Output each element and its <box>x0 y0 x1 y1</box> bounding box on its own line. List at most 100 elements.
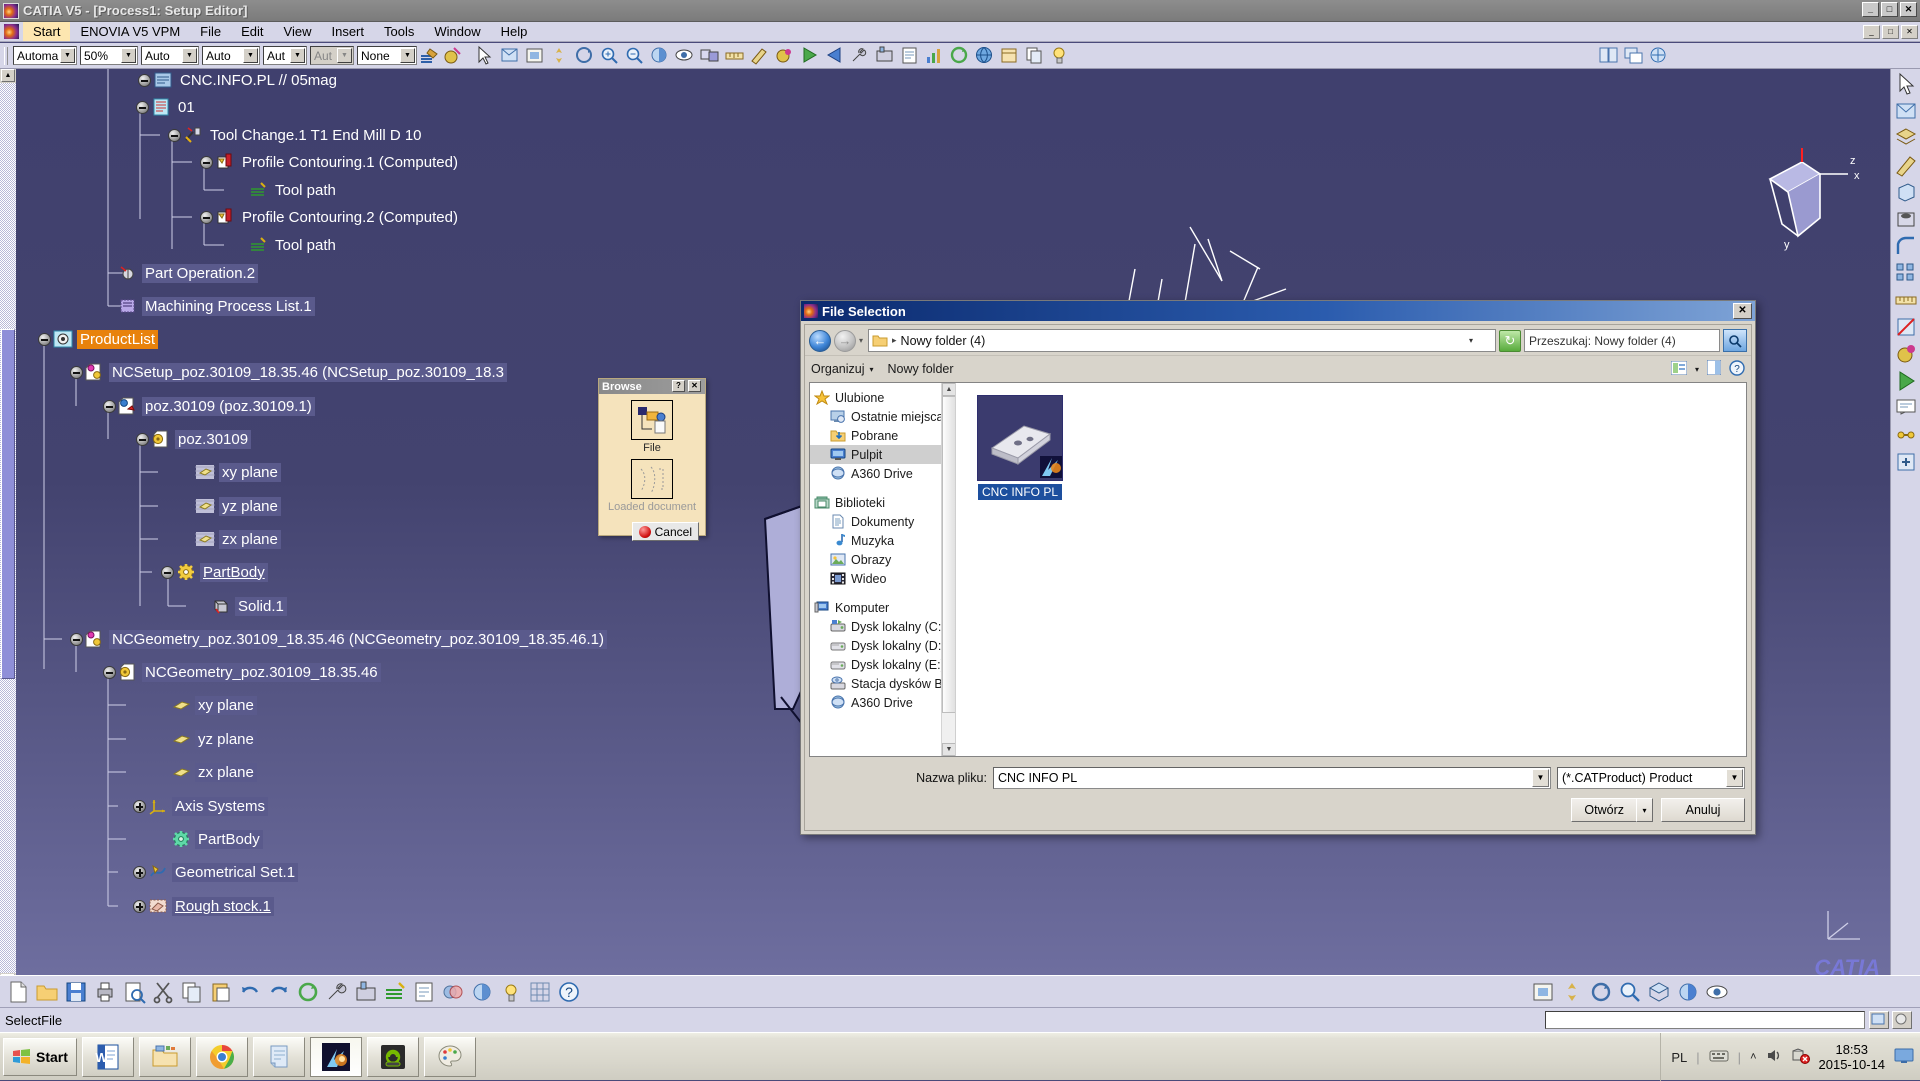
sidebar-scroll-thumb[interactable] <box>942 396 955 714</box>
address-dropdown-icon[interactable]: ▾ <box>1469 336 1473 345</box>
sidebar-item-dysk-lokalny-e-[interactable]: Dysk lokalny (E:) <box>810 655 955 674</box>
tree-expand-icon[interactable] <box>1894 450 1918 474</box>
toolbar-combo-4[interactable]: Aut ▼ <box>263 46 307 65</box>
redo-icon[interactable] <box>267 980 291 1004</box>
render-style-icon[interactable] <box>649 45 670 66</box>
select-arrow-icon[interactable] <box>474 45 495 66</box>
open-button[interactable]: Otwórz <box>1571 798 1636 822</box>
apply-material-tool-icon[interactable] <box>1894 342 1918 366</box>
browse-dialog[interactable]: Browse ? ✕ File Loaded document Cancel <box>598 378 706 541</box>
pointer-select-icon[interactable] <box>1894 72 1918 96</box>
preview-pane-icon[interactable] <box>1706 359 1722 378</box>
tree-node[interactable]: zx plane <box>180 528 281 550</box>
update-icon[interactable] <box>949 45 970 66</box>
rotate-tool-icon[interactable] <box>1589 980 1613 1004</box>
tree-node[interactable]: NCGeometry_poz.30109_18.35.46 <box>103 661 381 683</box>
expand-icon[interactable] <box>133 799 146 813</box>
print-icon[interactable] <box>93 980 117 1004</box>
collapse-icon[interactable] <box>161 565 174 579</box>
open-dropdown-arrow[interactable]: ▾ <box>1636 798 1653 822</box>
tree-node[interactable]: Tool Change.1 T1 End Mill D 10 <box>168 124 425 146</box>
sketch-tool-icon[interactable] <box>1894 153 1918 177</box>
zoom-tool-icon[interactable] <box>1618 980 1642 1004</box>
help-tool-icon[interactable]: ? <box>557 980 581 1004</box>
collapse-icon[interactable] <box>103 399 116 413</box>
knowledge-icon[interactable] <box>1049 45 1070 66</box>
tree-node[interactable]: Rough stock.1 <box>133 895 274 917</box>
toolpath-replay-icon[interactable] <box>383 980 407 1004</box>
section-icon[interactable] <box>1894 315 1918 339</box>
sidebar-item-wideo[interactable]: Wideo <box>810 569 955 588</box>
tree-node[interactable]: xy plane <box>156 694 257 716</box>
collapse-icon[interactable] <box>70 632 83 646</box>
file-item[interactable]: CNC INFO PL <box>972 395 1068 500</box>
browse-file-button[interactable] <box>631 400 673 440</box>
update-all-icon[interactable] <box>296 980 320 1004</box>
help-icon[interactable]: ? <box>1729 359 1745 379</box>
layers-icon[interactable] <box>1894 126 1918 150</box>
analyze-icon[interactable] <box>924 45 945 66</box>
menu-tools[interactable]: Tools <box>374 22 424 41</box>
collapse-icon[interactable] <box>136 432 149 446</box>
tree-node[interactable]: poz.30109 (poz.30109.1) <box>103 395 315 417</box>
collapse-icon[interactable] <box>38 332 51 346</box>
collapse-icon[interactable] <box>138 73 151 87</box>
sidebar-item-a360-drive[interactable]: A360 Drive <box>810 693 955 712</box>
simulation-icon[interactable] <box>1894 369 1918 393</box>
taskbar-clock[interactable]: 18:53 2015-10-14 <box>1819 1042 1886 1072</box>
tool-manager-icon[interactable] <box>325 980 349 1004</box>
tree-node[interactable]: yz plane <box>156 728 257 750</box>
show-hidden-icons-button[interactable]: ˄ <box>1750 1051 1756 1063</box>
file-selection-dialog[interactable]: File Selection ✕ ← → ▾ ▸ Nowy folder (4)… <box>800 300 1756 835</box>
measure-tool-icon[interactable] <box>1894 288 1918 312</box>
tree-node[interactable]: NCSetup_poz.30109_18.35.46 (NCSetup_poz.… <box>70 361 507 383</box>
sidebar-item-pulpit[interactable]: Pulpit <box>810 445 955 464</box>
show-desktop-icon[interactable] <box>1894 1048 1914 1067</box>
paste-icon[interactable] <box>209 980 233 1004</box>
search-icon[interactable] <box>1723 329 1747 352</box>
fit-all-in-icon[interactable] <box>1531 980 1555 1004</box>
swap-visible-icon[interactable] <box>699 45 720 66</box>
explorer-taskbar-icon[interactable] <box>139 1036 191 1077</box>
menu-edit[interactable]: Edit <box>231 22 273 41</box>
tree-node[interactable]: ProductList <box>38 328 159 350</box>
window-cascade-icon[interactable] <box>1623 45 1644 66</box>
catia-taskbar-icon[interactable] <box>310 1036 362 1077</box>
collision-check-icon[interactable] <box>441 980 465 1004</box>
volume-icon[interactable] <box>1766 1048 1783 1066</box>
toolbar-combo-4-arrow[interactable]: ▼ <box>290 48 305 63</box>
workbench-icon[interactable] <box>1648 45 1669 66</box>
mdi-restore-button[interactable]: □ <box>1882 24 1899 39</box>
print-preview-icon[interactable] <box>122 980 146 1004</box>
collapse-icon[interactable] <box>200 210 213 224</box>
maximize-button[interactable]: □ <box>1881 2 1898 17</box>
address-bar[interactable]: ▸ Nowy folder (4) ▾ <box>868 329 1496 352</box>
paint-brush-icon[interactable] <box>419 45 440 66</box>
notepad-taskbar-icon[interactable] <box>253 1036 305 1077</box>
tree-node[interactable]: NCGeometry_poz.30109_18.35.46 (NCGeometr… <box>70 628 607 650</box>
search-input[interactable]: Przeszukaj: Nowy folder (4) <box>1524 329 1720 352</box>
sketch-icon[interactable] <box>749 45 770 66</box>
copy-icon[interactable] <box>180 980 204 1004</box>
sidebar-item-dokumenty[interactable]: Dokumenty <box>810 512 955 531</box>
file-dialog-close-button[interactable]: ✕ <box>1733 303 1752 319</box>
pan-tool-icon[interactable] <box>1560 980 1584 1004</box>
power-copy-icon[interactable] <box>1024 45 1045 66</box>
close-button[interactable]: ✕ <box>1900 2 1917 17</box>
pan-icon[interactable] <box>549 45 570 66</box>
nvidia-taskbar-icon[interactable] <box>367 1036 419 1077</box>
tree-node[interactable]: PartBody <box>161 561 268 583</box>
sidebar-item-obrazy[interactable]: Obrazy <box>810 550 955 569</box>
sidebar-item-stacja-dysk-w-bd-r[interactable]: Stacja dysków BD-R <box>810 674 955 693</box>
tree-node[interactable]: Machining Process List.1 <box>103 295 315 317</box>
tree-node[interactable]: Solid.1 <box>196 595 287 617</box>
expand-icon[interactable] <box>133 865 146 879</box>
machining-icon[interactable] <box>354 980 378 1004</box>
collapse-icon[interactable] <box>168 128 181 142</box>
view-dropdown-icon[interactable]: ▾ <box>1695 365 1699 374</box>
sidebar-item-dysk-lokalny-c-[interactable]: Dysk lokalny (C:) <box>810 617 955 636</box>
menu-enovia-v5-vpm[interactable]: ENOVIA V5 VPM <box>70 22 190 41</box>
fillet-icon[interactable] <box>1894 234 1918 258</box>
browse-close-button[interactable]: ✕ <box>688 380 701 392</box>
sidebar-item-dysk-lokalny-d-[interactable]: Dysk lokalny (D:) <box>810 636 955 655</box>
